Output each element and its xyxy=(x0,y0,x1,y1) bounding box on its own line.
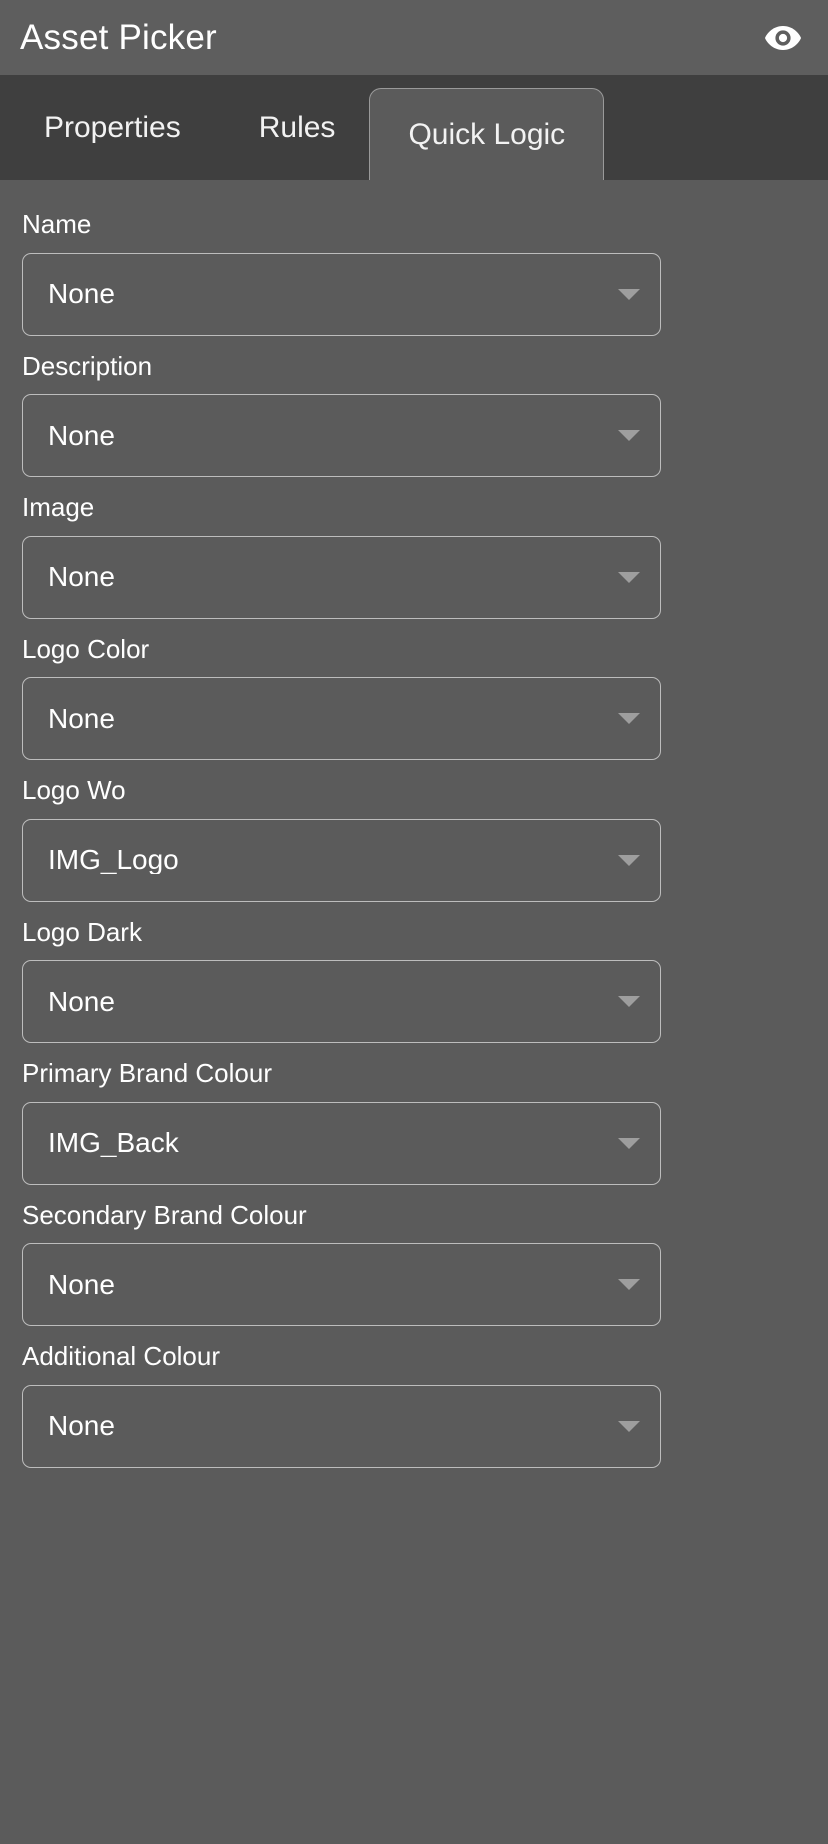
field-logo-dark: Logo Dark None xyxy=(0,916,828,1043)
dropdown-value-description: None xyxy=(48,421,115,450)
dropdown-value-additional-colour: None xyxy=(48,1412,115,1440)
chevron-down-icon xyxy=(618,713,640,724)
field-logo-wo: Logo Wo IMG_Logo xyxy=(0,774,828,902)
field-label-additional-colour: Additional Colour xyxy=(22,1341,221,1371)
tab-bar: Properties Rules Quick Logic xyxy=(0,75,828,180)
field-label-description: Description xyxy=(22,350,153,381)
page-title: Asset Picker xyxy=(20,18,217,57)
header-bar: Asset Picker xyxy=(0,0,828,75)
chevron-down-icon xyxy=(618,288,640,300)
dropdown-additional-colour[interactable]: None xyxy=(22,1384,661,1468)
preview-toggle-button[interactable] xyxy=(760,15,806,61)
field-description: Description None xyxy=(0,350,828,477)
dropdown-value-secondary-brand-colour: None xyxy=(48,1270,115,1299)
dropdown-description[interactable]: None xyxy=(22,394,661,477)
field-logo-color: Logo Color None xyxy=(0,633,828,760)
dropdown-name[interactable]: None xyxy=(22,252,661,336)
chevron-down-icon xyxy=(618,854,640,866)
chevron-down-icon xyxy=(618,1420,640,1432)
dropdown-value-logo-color: None xyxy=(48,704,115,733)
dropdown-value-logo-wo: IMG_Logo xyxy=(48,846,179,874)
dropdown-value-primary-brand-colour: IMG_Back xyxy=(48,1129,179,1157)
chevron-down-icon xyxy=(618,430,640,441)
dropdown-value-image: None xyxy=(48,563,115,591)
field-image: Image None xyxy=(0,491,828,619)
field-primary-brand-colour: Primary Brand Colour IMG_Back xyxy=(0,1057,828,1185)
tab-quick-logic[interactable]: Quick Logic xyxy=(369,88,605,180)
tab-rules[interactable]: Rules xyxy=(225,75,370,180)
field-secondary-brand-colour: Secondary Brand Colour None xyxy=(0,1199,828,1326)
field-name: Name None xyxy=(0,208,828,336)
eye-icon xyxy=(764,25,802,51)
dropdown-value-name: None xyxy=(48,280,115,308)
asset-picker-panel: Asset Picker Properties Rules Quick Logi… xyxy=(0,0,828,1844)
chevron-down-icon xyxy=(618,996,640,1007)
field-label-name: Name xyxy=(22,209,92,239)
chevron-down-icon xyxy=(618,1279,640,1290)
dropdown-secondary-brand-colour[interactable]: None xyxy=(22,1243,661,1326)
dropdown-logo-dark[interactable]: None xyxy=(22,960,661,1043)
field-label-primary-brand-colour: Primary Brand Colour xyxy=(22,1058,272,1088)
chevron-down-icon xyxy=(618,571,640,583)
field-label-secondary-brand-colour: Secondary Brand Colour xyxy=(22,1199,307,1230)
field-label-logo-wo: Logo Wo xyxy=(22,775,126,805)
field-label-logo-color: Logo Color xyxy=(22,633,150,664)
header-actions xyxy=(760,15,806,61)
quick-logic-form: Name None Description None Image None Lo… xyxy=(0,180,828,1844)
field-additional-colour: Additional Colour None xyxy=(0,1340,828,1468)
dropdown-primary-brand-colour[interactable]: IMG_Back xyxy=(22,1101,661,1185)
dropdown-value-logo-dark: None xyxy=(48,987,115,1016)
field-label-logo-dark: Logo Dark xyxy=(22,916,142,947)
dropdown-image[interactable]: None xyxy=(22,535,661,619)
field-label-image: Image xyxy=(22,492,95,522)
dropdown-logo-wo[interactable]: IMG_Logo xyxy=(22,818,661,902)
tab-properties[interactable]: Properties xyxy=(0,75,225,180)
dropdown-logo-color[interactable]: None xyxy=(22,677,661,760)
chevron-down-icon xyxy=(618,1137,640,1149)
